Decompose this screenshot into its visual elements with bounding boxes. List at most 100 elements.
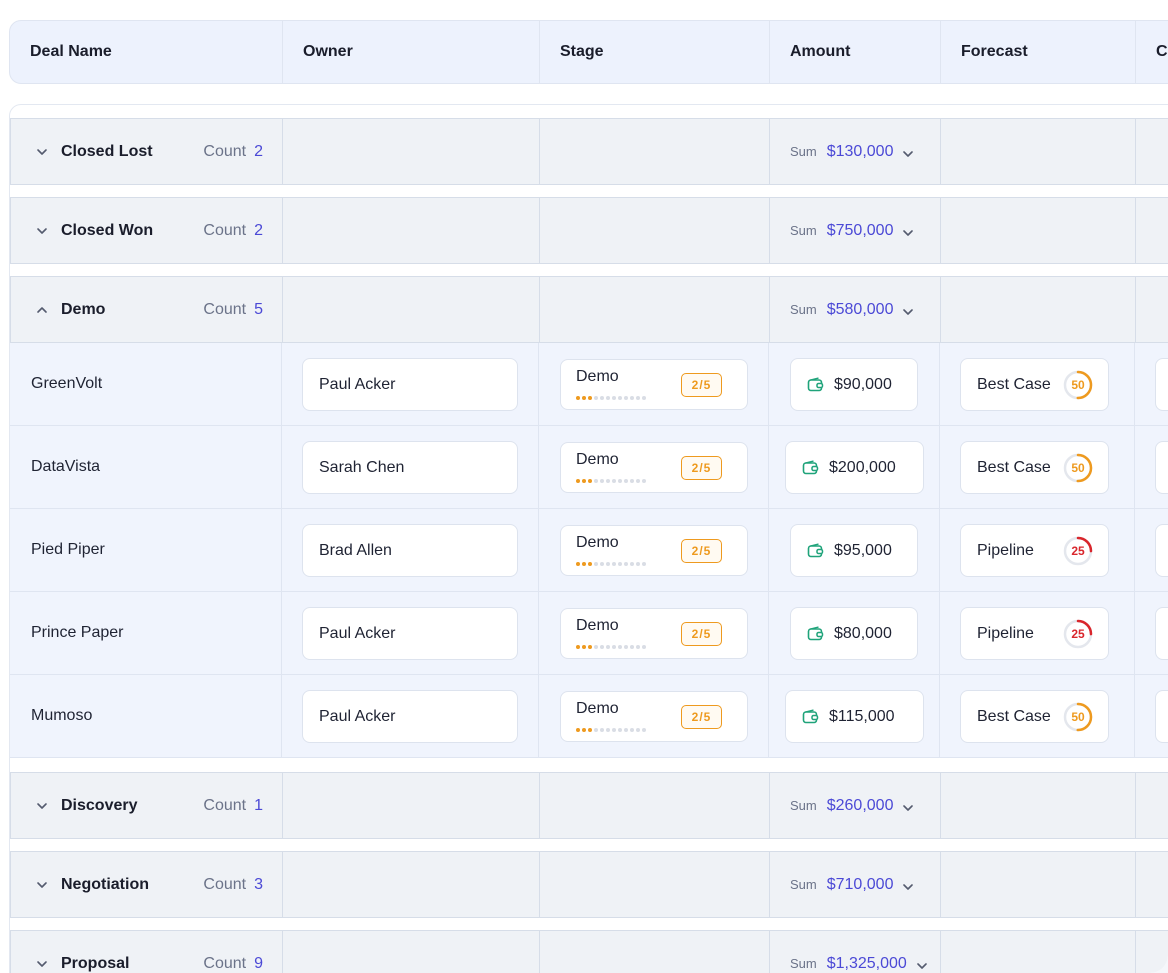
amount-value: $95,000	[834, 541, 892, 559]
column-header-owner[interactable]: Owner	[283, 21, 540, 83]
amount-field[interactable]: $115,000	[785, 690, 924, 743]
table-row[interactable]: Mumoso Paul Acker Demo 2/5 $115,000 Best Case…	[10, 675, 1168, 758]
amount-cell: $95,000	[769, 509, 940, 591]
table-row[interactable]: DataVista Sarah Chen Demo 2/5 $200,000 Best C…	[10, 426, 1168, 509]
chevron-down-icon[interactable]	[901, 304, 914, 316]
forecast-cell: Best Case 50	[940, 426, 1135, 508]
group-row[interactable]: Negotiation Count 3 Sum $710,000	[10, 851, 1168, 918]
table-row[interactable]: Pied Piper Brad Allen Demo 2/5 $95,000 Pipeli…	[10, 509, 1168, 592]
column-header-stage[interactable]: Stage	[540, 21, 770, 83]
deal-name-cell[interactable]: Mumoso	[10, 675, 282, 757]
column-header-deal-name[interactable]: Deal Name	[10, 21, 283, 83]
column-header-amount[interactable]: Amount	[770, 21, 941, 83]
count-label: Count	[203, 796, 247, 814]
group-name-cell[interactable]: Negotiation Count 3	[11, 852, 283, 917]
forecast-cell: Best Case 50	[940, 675, 1135, 757]
close-date-field[interactable]	[1155, 607, 1168, 660]
count-value: 2	[254, 221, 263, 239]
stage-field[interactable]: Demo 2/5	[560, 608, 748, 659]
group-name: Closed Lost	[61, 142, 153, 160]
deal-name: Prince Paper	[31, 624, 124, 641]
chevron-down-icon[interactable]	[901, 225, 914, 237]
probability-ring-icon: 50	[1062, 369, 1094, 401]
group-row[interactable]: Demo Count 5 Sum $580,000	[10, 276, 1168, 343]
group-cell	[540, 852, 770, 917]
deal-name-cell[interactable]: GreenVolt	[10, 343, 282, 425]
close-date-field[interactable]	[1155, 358, 1168, 411]
forecast-field[interactable]: Pipeline 25	[960, 607, 1109, 660]
progress-dot	[630, 479, 634, 483]
chevron-down-icon[interactable]	[35, 878, 49, 892]
column-header-close[interactable]: Cl	[1136, 21, 1168, 83]
count-value: 2	[254, 142, 263, 160]
owner-name: Paul Acker	[319, 707, 396, 725]
stage-field[interactable]: Demo 2/5	[560, 525, 748, 576]
forecast-field[interactable]: Best Case 50	[960, 690, 1109, 743]
progress-dot	[618, 562, 622, 566]
owner-field[interactable]: Paul Acker	[302, 607, 518, 660]
chevron-down-icon[interactable]	[901, 146, 914, 158]
progress-dot	[576, 728, 580, 732]
progress-dot	[624, 728, 628, 732]
deal-name-cell[interactable]: Pied Piper	[10, 509, 282, 591]
group-cell	[1136, 773, 1168, 838]
chevron-down-icon[interactable]	[35, 145, 49, 159]
group-name-cell[interactable]: Discovery Count 1	[11, 773, 283, 838]
chevron-down-icon[interactable]	[35, 224, 49, 238]
chevron-down-icon[interactable]	[915, 958, 927, 970]
sum-label: Sum	[790, 223, 817, 238]
close-date-field[interactable]	[1155, 690, 1168, 743]
group-row[interactable]: Closed Won Count 2 Sum $750,000	[10, 197, 1168, 264]
stage-field[interactable]: Demo 2/5	[560, 691, 748, 742]
group-name-cell[interactable]: Proposal Count 9	[11, 931, 283, 973]
forecast-label: Best Case	[977, 458, 1051, 476]
chevron-up-icon[interactable]	[35, 303, 49, 317]
chevron-down-icon[interactable]	[901, 800, 914, 812]
table-row[interactable]: GreenVolt Paul Acker Demo 2/5 $90,000 Best Ca…	[10, 343, 1168, 426]
owner-field[interactable]: Brad Allen	[302, 524, 518, 577]
amount-field[interactable]: $95,000	[790, 524, 918, 577]
owner-field[interactable]: Sarah Chen	[302, 441, 518, 494]
group-row[interactable]: Proposal Count 9 Sum $1,325,000	[10, 930, 1168, 973]
owner-name: Sarah Chen	[319, 458, 405, 476]
probability-value: 50	[1071, 378, 1085, 392]
close-date-field[interactable]	[1155, 524, 1168, 577]
group-cell	[283, 119, 540, 184]
chevron-down-icon[interactable]	[35, 957, 49, 971]
chevron-down-icon[interactable]	[35, 799, 49, 813]
count-value: 9	[254, 954, 263, 972]
close-date-field[interactable]	[1155, 441, 1168, 494]
forecast-field[interactable]: Pipeline 25	[960, 524, 1109, 577]
group-name-cell[interactable]: Demo Count 5	[11, 277, 283, 342]
stage-field[interactable]: Demo 2/5	[560, 442, 748, 493]
group-row[interactable]: Closed Lost Count 2 Sum $130,000	[10, 118, 1168, 185]
stage-field[interactable]: Demo 2/5	[560, 359, 748, 410]
stage-name: Demo	[576, 617, 619, 634]
sum-label: Sum	[790, 144, 817, 159]
deal-name-cell[interactable]: DataVista	[10, 426, 282, 508]
probability-ring-icon: 50	[1062, 701, 1094, 733]
deal-name-cell[interactable]: Prince Paper	[10, 592, 282, 674]
amount-field[interactable]: $200,000	[785, 441, 924, 494]
wallet-icon	[802, 460, 819, 476]
group-row[interactable]: Discovery Count 1 Sum $260,000	[10, 772, 1168, 839]
forecast-field[interactable]: Best Case 50	[960, 358, 1109, 411]
forecast-field[interactable]: Best Case 50	[960, 441, 1109, 494]
group-name-cell[interactable]: Closed Won Count 2	[11, 198, 283, 263]
column-header-forecast[interactable]: Forecast	[941, 21, 1136, 83]
stage-progress-dots	[576, 562, 646, 566]
chevron-down-icon[interactable]	[901, 879, 914, 891]
progress-dot	[630, 562, 634, 566]
progress-dot	[624, 645, 628, 649]
close-date-cell	[1135, 592, 1168, 674]
owner-field[interactable]: Paul Acker	[302, 690, 518, 743]
amount-field[interactable]: $90,000	[790, 358, 918, 411]
progress-dot	[606, 479, 610, 483]
progress-dot	[642, 728, 646, 732]
amount-field[interactable]: $80,000	[790, 607, 918, 660]
stage-name: Demo	[576, 534, 619, 551]
owner-field[interactable]: Paul Acker	[302, 358, 518, 411]
count-value: 1	[254, 796, 263, 814]
table-row[interactable]: Prince Paper Paul Acker Demo 2/5 $80,000 Pipe…	[10, 592, 1168, 675]
group-name-cell[interactable]: Closed Lost Count 2	[11, 119, 283, 184]
